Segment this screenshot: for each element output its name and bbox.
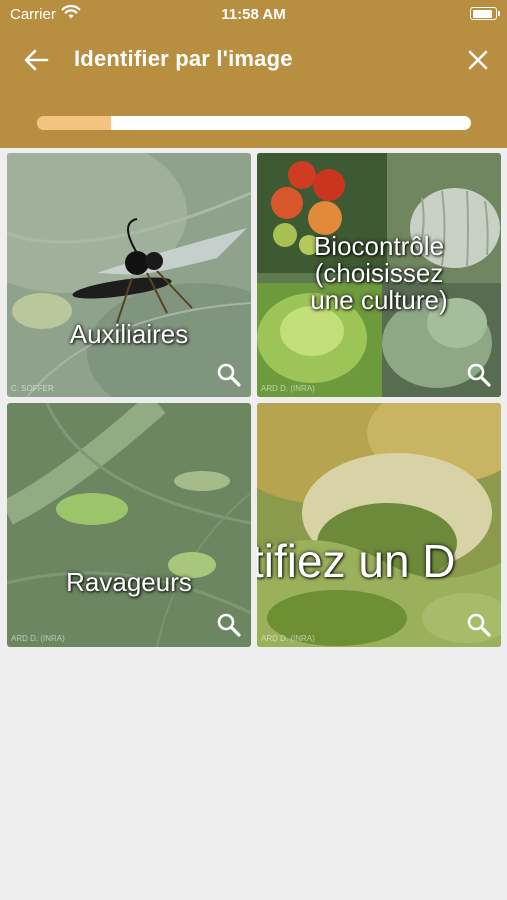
photo-credit: C. SOFFER [11,384,54,393]
tile-label: tifiez un D [257,535,456,587]
battery-icon [470,7,500,20]
page-title: Identifier par l'image [74,46,293,71]
magnifier-icon[interactable] [466,612,492,638]
tile-identifiez[interactable]: ARD D. (INRA) tifiez un D [257,403,501,647]
status-time: 11:58 AM [221,6,286,23]
close-icon[interactable] [466,48,490,72]
tile-ravageurs[interactable]: ARD D. (INRA) Ravageurs [7,403,251,647]
magnifier-icon[interactable] [216,362,242,388]
photo-credit: ARD D. (INRA) [261,384,315,393]
magnifier-icon[interactable] [216,612,242,638]
ravageurs-image [7,403,251,647]
auxiliaires-image [7,153,251,397]
photo-credit: ARD D. (INRA) [11,634,65,643]
progress-bar [37,116,471,130]
back-arrow-icon[interactable] [22,47,50,73]
battery-fill [472,9,492,18]
identifiez-image [257,403,501,647]
progress-fill [37,116,111,130]
app-header: Carrier 11:58 AM Identifier par l'image [0,0,507,148]
tile-biocontrole[interactable]: ARD D. (INRA) Biocontrôle (choisissez un… [257,153,501,397]
tile-label: Biocontrôle (choisissez une culture) [310,231,448,315]
status-bar: Carrier 11:58 AM [0,0,507,28]
tile-auxiliaires[interactable]: C. SOFFER Auxiliaires [7,153,251,397]
tile-label: Auxiliaires [69,319,189,349]
magnifier-icon[interactable] [466,362,492,388]
tile-label: Ravageurs [66,567,192,597]
photo-credit: ARD D. (INRA) [261,634,315,643]
